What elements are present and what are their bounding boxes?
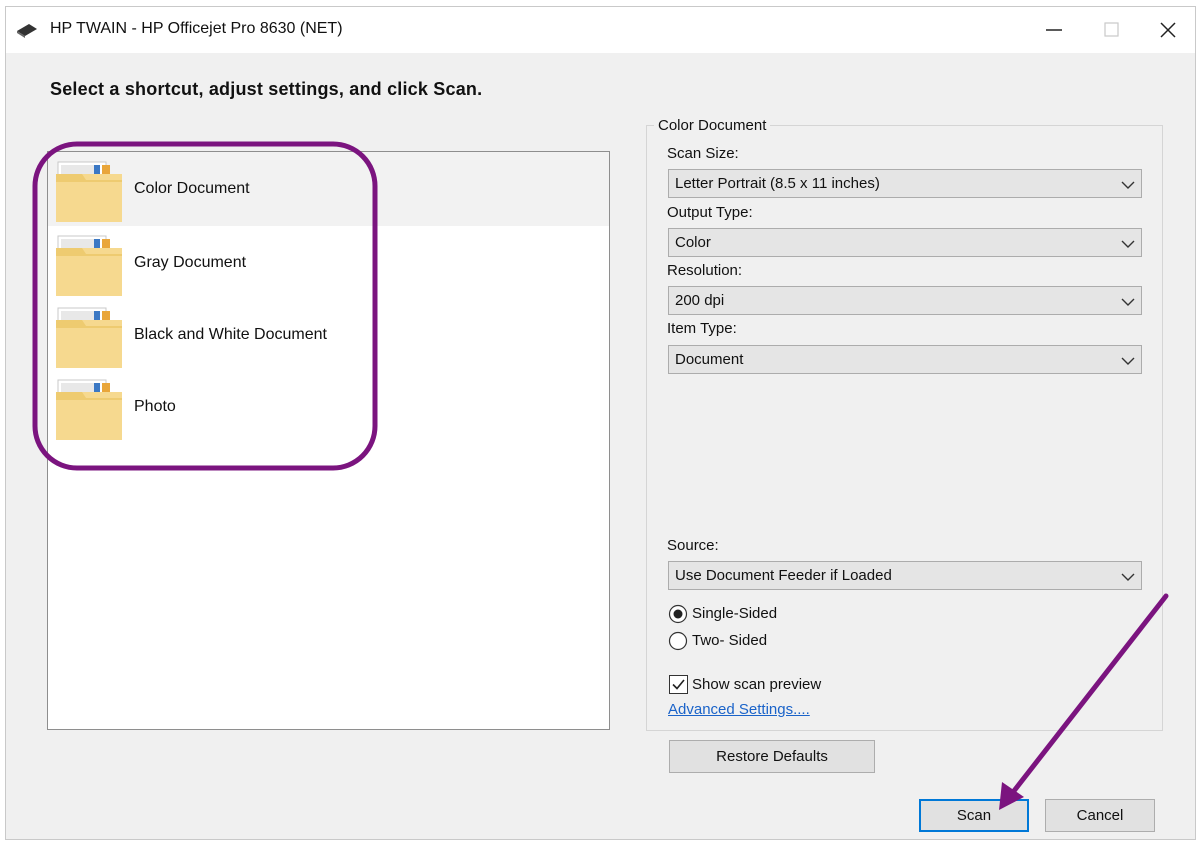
single-sided-label: Single-Sided [692,605,778,622]
shortcut-label: Photo [134,398,176,415]
resolution-value: 200 dpi [675,292,725,309]
two-sided-label: Two- Sided [692,632,768,649]
close-icon [1160,22,1176,38]
chevron-down-icon [1121,295,1135,307]
scan-preview-checkbox[interactable] [669,675,688,694]
chevron-down-icon [1121,354,1135,366]
output-type-value: Color [675,234,711,251]
folder-icon [56,378,126,442]
scan-size-select[interactable]: Letter Portrait (8.5 x 11 inches) [668,169,1142,198]
output-type-label: Output Type: [667,204,753,221]
source-value: Use Document Feeder if Loaded [675,567,892,584]
shortcut-label: Gray Document [134,254,247,271]
maximize-icon [1104,22,1119,37]
folder-icon [56,160,126,224]
shortcut-item-black-and-white-document[interactable]: Black and White Document [48,298,609,372]
shortcut-item-photo[interactable]: Photo [48,370,609,444]
source-label: Source: [667,537,719,554]
shortcut-list[interactable]: Color Document Gray Document Black and W… [47,151,610,730]
window-title: HP TWAIN - HP Officejet Pro 8630 (NET) [50,20,343,37]
cancel-button[interactable]: Cancel [1045,799,1155,832]
minimize-icon [1046,29,1062,31]
restore-defaults-label: Restore Defaults [716,748,828,765]
minimize-button[interactable] [1031,11,1077,49]
close-button[interactable] [1145,11,1191,49]
maximize-button[interactable] [1089,11,1135,49]
advanced-settings-link[interactable]: Advanced Settings.... [668,701,810,718]
chevron-down-icon [1121,570,1135,582]
output-type-select[interactable]: Color [668,228,1142,257]
resolution-select[interactable]: 200 dpi [668,286,1142,315]
title-bar[interactable]: HP TWAIN - HP Officejet Pro 8630 (NET) [6,7,1195,53]
restore-defaults-button[interactable]: Restore Defaults [669,740,875,773]
scan-dialog-window: HP TWAIN - HP Officejet Pro 8630 (NET) S… [5,6,1196,840]
scan-size-value: Letter Portrait (8.5 x 11 inches) [675,175,880,192]
folder-icon [56,234,126,298]
scan-label: Scan [956,807,992,824]
scanner-app-icon [16,22,38,38]
instruction-text: Select a shortcut, adjust settings, and … [50,79,483,99]
chevron-down-icon [1121,178,1135,190]
item-type-select[interactable]: Document [668,345,1142,374]
shortcut-label: Color Document [134,180,250,197]
scan-button[interactable]: Scan [919,799,1029,832]
item-type-value: Document [675,351,744,368]
single-sided-radio[interactable] [668,604,688,624]
resolution-label: Resolution: [667,262,743,279]
two-sided-radio[interactable] [668,631,688,651]
settings-group-title: Color Document [654,117,771,134]
shortcut-item-gray-document[interactable]: Gray Document [48,226,609,300]
scan-size-label: Scan Size: [667,145,739,162]
source-select[interactable]: Use Document Feeder if Loaded [668,561,1142,590]
chevron-down-icon [1121,237,1135,249]
folder-icon [56,306,126,370]
shortcut-label: Black and White Document [134,326,327,343]
item-type-label: Item Type: [667,320,737,337]
shortcut-item-color-document[interactable]: Color Document [48,152,609,226]
cancel-label: Cancel [1076,807,1124,824]
scan-preview-label: Show scan preview [692,676,822,693]
